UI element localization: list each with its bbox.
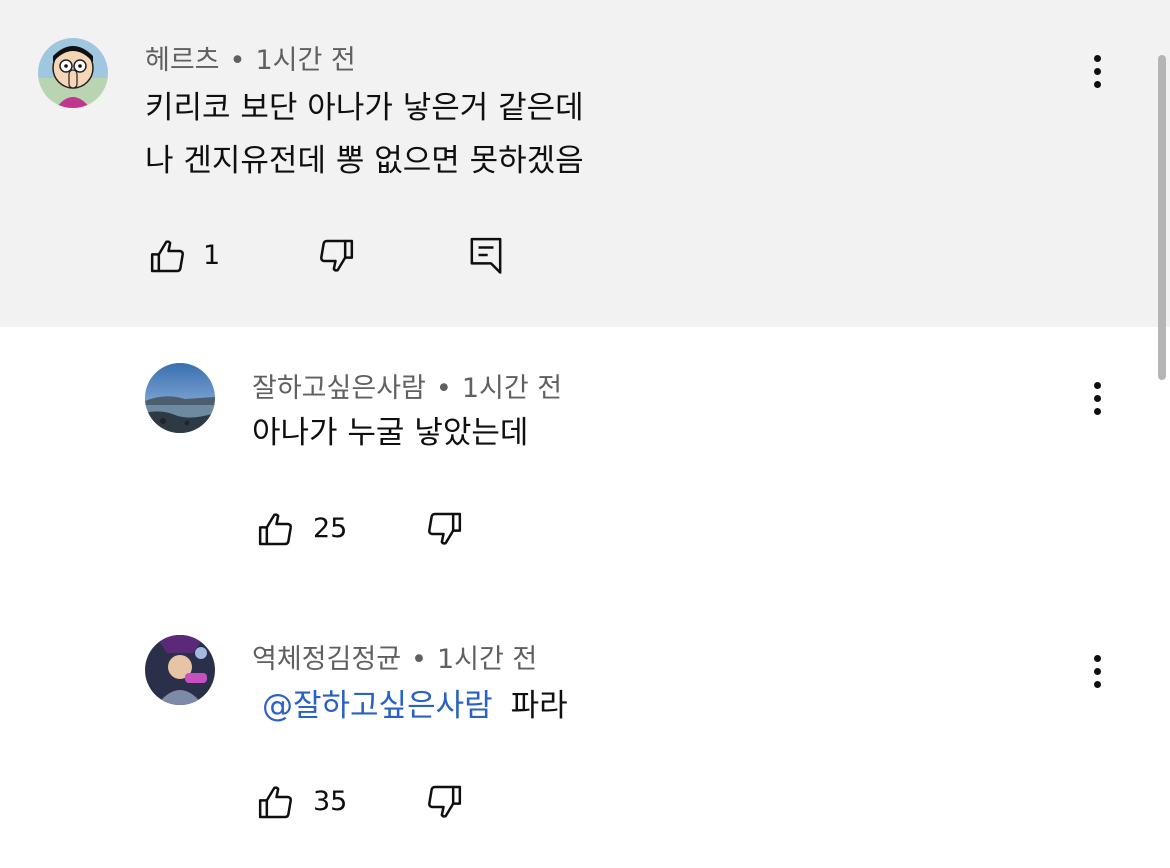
timestamp[interactable]: 1시간 전: [462, 373, 562, 404]
thumbs-up-icon: [150, 240, 184, 273]
mention-link[interactable]: @잘하고싶은사람: [262, 688, 493, 724]
author-name[interactable]: 잘하고싶은사람: [252, 373, 426, 404]
separator-dot: •: [435, 373, 452, 404]
separator-dot: •: [411, 644, 427, 675]
timestamp[interactable]: 1시간 전: [255, 45, 355, 76]
author-name[interactable]: 역체정김정균: [252, 644, 401, 675]
dislike-button[interactable]: [424, 509, 464, 549]
comment-text: 키리코 보단 아나가 낳은거 같은데 나 겐지유전데 뽕 없으면 못하겠음: [145, 82, 584, 188]
thumbs-down-icon: [428, 512, 462, 545]
comment-meta: 잘하고싶은사람 • 1시간 전: [252, 366, 562, 405]
avatar[interactable]: [145, 635, 215, 705]
avatar[interactable]: [38, 38, 108, 108]
thumbs-down-icon: [320, 239, 354, 272]
dislike-button[interactable]: [316, 236, 356, 276]
comment-thread-highlighted: 헤르츠 • 1시간 전 키리코 보단 아나가 낳은거 같은데 나 겐지유전데 뽕 없…: [0, 0, 1170, 327]
reply-button[interactable]: [466, 234, 506, 276]
comment-line: 키리코 보단 아나가 낳은거 같은데: [145, 90, 584, 126]
more-options-button[interactable]: [1078, 642, 1118, 702]
comment-meta: 헤르츠 • 1시간 전: [145, 38, 356, 77]
like-button[interactable]: [148, 236, 188, 276]
comment-line: 파라: [510, 688, 568, 724]
author-name[interactable]: 헤르츠: [145, 45, 220, 76]
avatar[interactable]: [145, 363, 215, 433]
like-button[interactable]: [256, 782, 296, 822]
separator-dot: •: [229, 45, 246, 76]
comment-line: 나 겐지유전데 뽕 없으면 못하겠음: [145, 143, 584, 179]
comment-reply: 잘하고싶은사람 • 1시간 전 아나가 누굴 낳았는데 25: [0, 327, 1170, 597]
like-count: 25: [313, 513, 348, 544]
comment-line: 아나가 누굴 낳았는데: [252, 415, 529, 451]
scrollbar[interactable]: [1158, 55, 1166, 380]
comment-reply: 역체정김정균 • 1시간 전 @잘하고싶은사람 파라 35: [0, 597, 1170, 868]
thumbs-up-icon: [258, 513, 292, 546]
comment-text: @잘하고싶은사람 파라: [262, 680, 568, 733]
dislike-button[interactable]: [424, 782, 464, 822]
like-count: 35: [313, 786, 348, 817]
comment-text: 아나가 누굴 낳았는데: [252, 407, 528, 460]
like-button[interactable]: [256, 509, 296, 549]
like-count: 1: [203, 240, 221, 271]
thumbs-up-icon: [258, 786, 292, 819]
thumbs-down-icon: [428, 785, 462, 818]
timestamp[interactable]: 1시간 전: [437, 644, 537, 675]
comment-meta: 역체정김정균 • 1시간 전: [252, 637, 537, 676]
reply-icon: [470, 237, 502, 274]
more-options-button[interactable]: [1078, 42, 1118, 102]
more-options-button[interactable]: [1078, 369, 1118, 429]
